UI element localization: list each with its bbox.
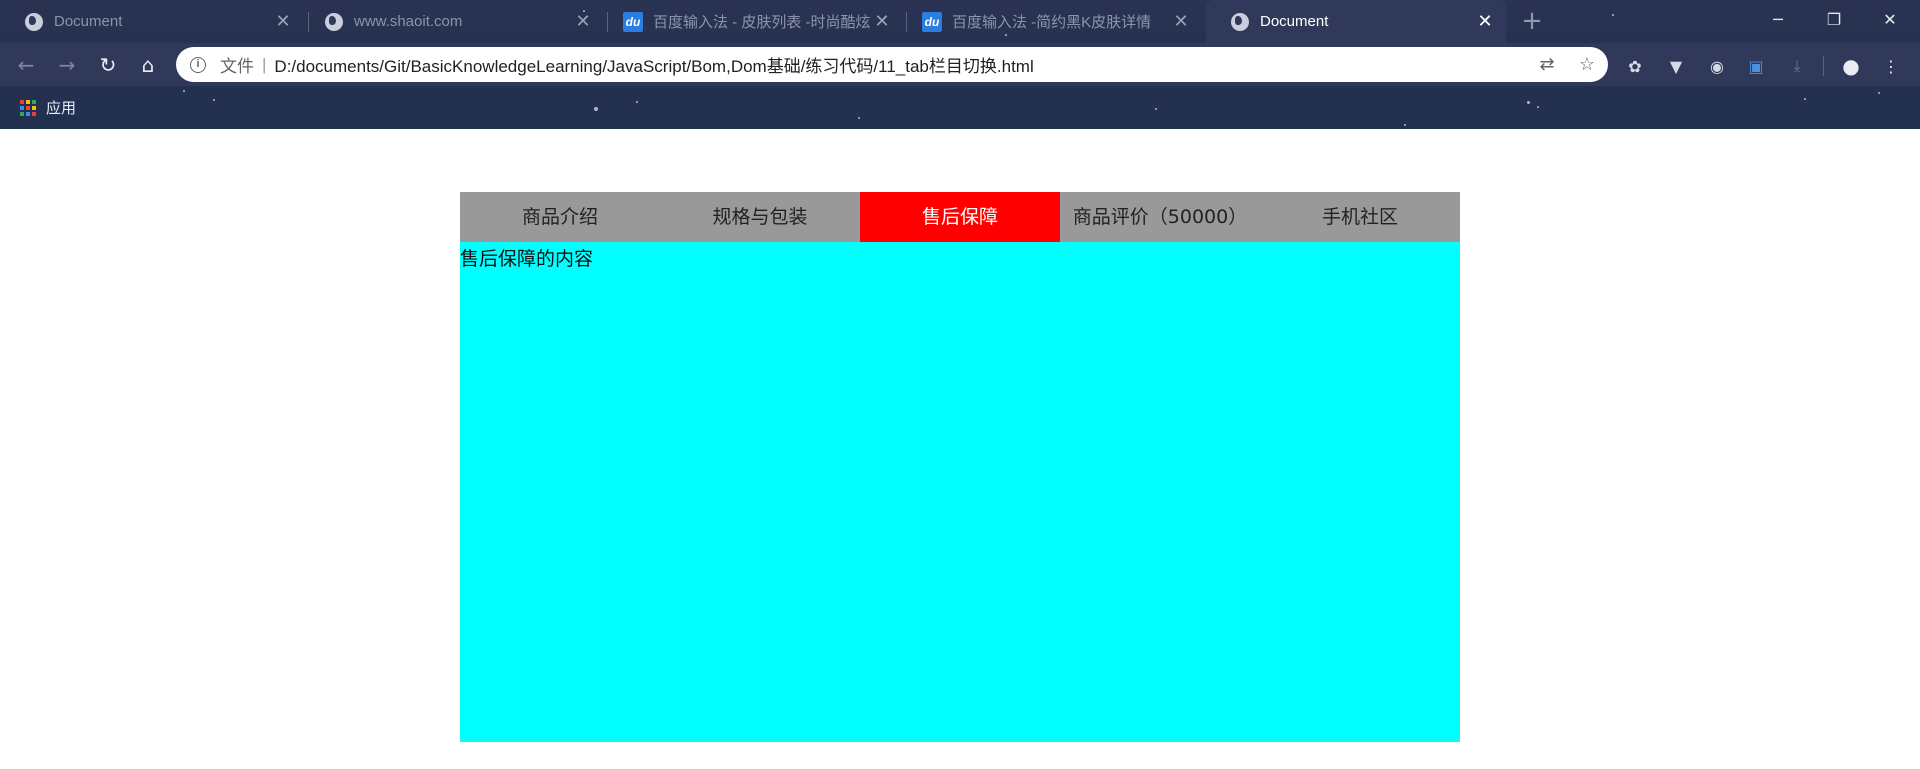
tab-product-intro[interactable]: 商品介绍 (460, 192, 660, 242)
address-separator: | (262, 54, 267, 74)
apps-bookmark-label[interactable]: 应用 (46, 97, 76, 118)
baidu-du-icon: du (623, 11, 643, 32)
browser-tab-5-active[interactable]: Document ✕ (1206, 0, 1506, 43)
download-icon[interactable]: ⤓ (1786, 55, 1808, 77)
site-info-icon[interactable]: i (190, 56, 206, 73)
address-url[interactable]: D:/documents/Git/BasicKnowledgeLearning/… (274, 52, 1033, 77)
address-scheme-label: 文件 (220, 57, 254, 76)
restore-button[interactable]: ❐ (1806, 0, 1862, 38)
globe-icon (324, 12, 344, 32)
apps-grid-icon[interactable] (20, 99, 36, 116)
close-tab-icon[interactable]: ✕ (1474, 11, 1496, 32)
browser-tab-2[interactable]: www.shaoit.com ✕ (300, 0, 604, 43)
globe-icon (24, 12, 44, 32)
close-tab-icon[interactable]: ✕ (572, 11, 594, 32)
browser-tab-title: Document (54, 13, 123, 30)
new-tab-button[interactable]: + (1520, 6, 1544, 36)
close-tab-icon[interactable]: ✕ (871, 11, 893, 32)
browser-chrome: Document ✕ www.shaoit.com ✕ du 百度输入法 - 皮… (0, 0, 1920, 129)
browser-tab-4[interactable]: du 百度输入法 -简约黑K皮肤详情 ✕ (898, 0, 1202, 43)
globe-icon (1230, 12, 1250, 32)
browser-tab-title: 百度输入法 -简约黑K皮肤详情 (952, 14, 1152, 31)
bookmark-star-icon[interactable]: ☆ (1572, 47, 1602, 82)
home-icon[interactable]: ⌂ (130, 47, 166, 83)
close-window-button[interactable]: ✕ (1862, 0, 1918, 38)
forward-icon[interactable]: → (49, 47, 85, 83)
google-translate-icon[interactable]: ▣ (1745, 55, 1767, 77)
translate-icon[interactable]: ⇄ (1532, 47, 1562, 82)
bookmarks-bar: 应用 (0, 86, 1920, 129)
close-tab-icon[interactable]: ✕ (1170, 11, 1192, 32)
tab-strip: Document ✕ www.shaoit.com ✕ du 百度输入法 - 皮… (0, 0, 1920, 43)
toolbar-divider (1823, 56, 1824, 76)
tab-after-sales[interactable]: 售后保障 (860, 192, 1060, 242)
back-icon[interactable]: ← (8, 47, 44, 83)
browser-tab-title: Document (1260, 13, 1329, 30)
baidu-du-icon: du (922, 11, 942, 32)
menu-more-icon[interactable]: ⋮ (1880, 55, 1902, 77)
tab-switcher: 商品介绍 规格与包装 售后保障 商品评价（50000） 手机社区 售后保障的内容 (460, 192, 1460, 742)
tab-product-reviews[interactable]: 商品评价（50000） (1060, 192, 1260, 242)
tab-content-panel: 售后保障的内容 (460, 242, 1460, 742)
tab-mobile-community[interactable]: 手机社区 (1260, 192, 1460, 242)
vue-devtools-icon[interactable]: ▼ (1665, 55, 1687, 77)
browser-tab-3[interactable]: du 百度输入法 - 皮肤列表 -时尚酷炫 ✕ (599, 0, 903, 43)
browser-tab-1[interactable]: Document ✕ (0, 0, 304, 43)
tab-specs-packaging[interactable]: 规格与包装 (660, 192, 860, 242)
extension-circle-icon[interactable]: ◉ (1706, 55, 1728, 77)
tab-content-text: 售后保障的内容 (460, 248, 594, 270)
browser-tab-title: 百度输入法 - 皮肤列表 -时尚酷炫 (653, 14, 871, 31)
reload-icon[interactable]: ↻ (90, 47, 126, 83)
browser-tab-title: www.shaoit.com (354, 13, 463, 30)
close-tab-icon[interactable]: ✕ (272, 11, 294, 32)
profile-avatar-icon[interactable]: ● (1840, 54, 1862, 78)
tab-list: 商品介绍 规格与包装 售后保障 商品评价（50000） 手机社区 (460, 192, 1460, 242)
browser-toolbar: ← → ↻ ⌂ i 文件 | D:/documents/Git/BasicKno… (0, 43, 1920, 86)
extension-icon[interactable]: ✿ (1624, 55, 1646, 77)
minimize-button[interactable]: ─ (1750, 0, 1806, 38)
address-bar[interactable]: i 文件 | D:/documents/Git/BasicKnowledgeLe… (176, 47, 1608, 82)
